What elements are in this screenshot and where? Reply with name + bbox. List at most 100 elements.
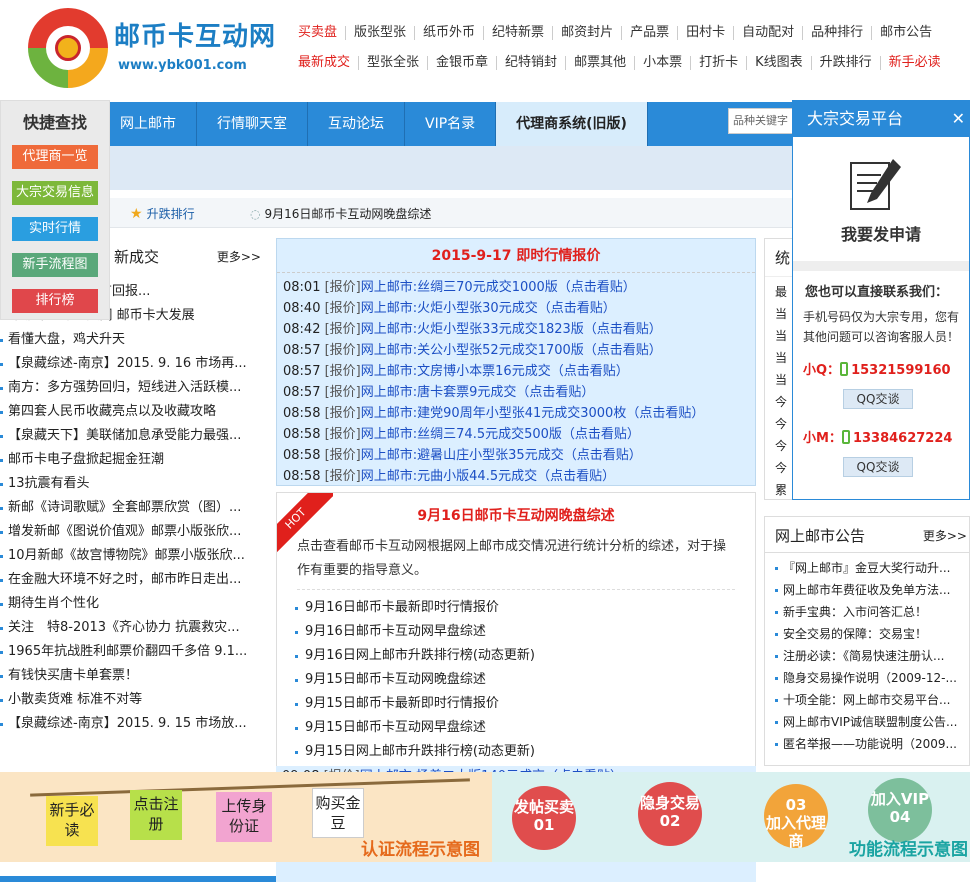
news-item[interactable]: 看懂大盘，鸡犬升天 [0,330,272,354]
top-nav-link[interactable]: 金银币章 [428,56,498,70]
realtime-quote-button[interactable]: 实时行情 [12,217,98,241]
agent-list-button[interactable]: 代理商一览 [12,145,98,169]
summary-related-link[interactable]: 9月16日邮币卡互动网早盘综述 [295,620,755,644]
top-nav-link[interactable]: 自动配对 [734,26,804,40]
summary-related-link[interactable]: 9月15日网上邮市升跌排行榜(动态更新) [295,740,755,764]
top-nav-link[interactable]: 纪特销封 [497,56,567,70]
top-nav-link[interactable]: 升跌排行 [812,56,881,70]
certification-flow-banner[interactable]: 新手必读 点击注册 上传身份证 购买金豆 认证流程示意图 [0,772,492,862]
announcement-link[interactable]: 隐身交易操作说明（2009-12-... [775,667,969,689]
top-nav-link[interactable]: 邮市公告 [872,26,940,40]
qq-chat-button-2[interactable]: QQ交谈 [843,457,913,477]
news-item[interactable]: 南方：多方强势回归，短线进入活跃模... [0,378,272,402]
announcement-link[interactable]: 网上邮市年费征收及免单方法... [775,579,969,601]
news-item[interactable]: 期待生肖个性化 [0,594,272,618]
announcement-link[interactable]: 网上邮市VIP诚信联盟制度公告... [775,711,969,733]
top-nav-link[interactable]: 邮票其他 [566,56,636,70]
top-nav-link[interactable]: 新手必读 [881,56,949,70]
top-nav-link[interactable]: 邮资封片 [553,26,623,40]
news-item[interactable]: 增发新邮《图说价值观》邮票小版张欣... [0,522,272,546]
news-item[interactable]: 小散卖货难 标准不对等 [0,690,272,714]
quote-row[interactable]: 08:58 [报价]网上邮市:丝绸三74.5元成交500版（点击看贴） [277,424,755,445]
main-nav-tab[interactable]: 行情聊天室 [197,102,308,146]
news-item[interactable]: 【泉藏综述-南京】2015. 9. 16 市场再... [0,354,272,378]
top-nav-link[interactable]: K线图表 [747,56,812,70]
main-nav-tab[interactable]: 互动论坛 [308,102,405,146]
top-nav-link[interactable]: 打折卡 [691,56,748,70]
news-item[interactable]: 13抗震有看头 [0,474,272,498]
top-nav-link[interactable]: 小本票 [635,56,692,70]
quote-row[interactable]: 08:40 [报价]网上邮市:火炬小型张30元成交（点击看贴） [277,298,755,319]
top-nav-link[interactable]: 版张型张 [346,26,416,40]
summary-related-link[interactable]: 9月15日邮币卡互动网晚盘综述 [295,668,755,692]
main-nav-tab[interactable]: 网上邮市 [100,102,197,146]
top-nav-link[interactable]: 纸币外币 [415,26,485,40]
news-item[interactable]: 邮币卡电子盘掀起掘金狂潮 [0,450,272,474]
close-icon[interactable]: ✕ [952,101,965,137]
top-nav-link[interactable]: 型张全张 [359,56,429,70]
news-item[interactable]: 在金融大环境不好之时，邮市昨日走出... [0,570,272,594]
summary-related-link[interactable]: 9月16日邮币卡最新即时行情报价 [295,596,755,620]
news-item[interactable]: 1965年抗战胜利邮票价翻四千多倍 9.1... [0,642,272,666]
announcement-link[interactable]: 注册必读：《简易快速注册认... [775,645,969,667]
apply-button[interactable]: 我要发申请 [793,221,969,245]
quote-row[interactable]: 08:58 [报价]网上邮市:元曲小版44.5元成交（点击看贴） [277,466,755,485]
announcement-link[interactable]: 十项全能：网上邮市交易平台... [775,689,969,711]
summary-related-link[interactable]: 9月15日邮币卡互动网早盘综述 [295,716,755,740]
quote-link[interactable]: 网上邮市:文房博小本票16元成交（点击看贴） [361,364,629,379]
quote-row[interactable]: 08:42 [报价]网上邮市:火炬小型张33元成交1823版（点击看贴） [277,319,755,340]
quote-link[interactable]: 网上邮市:丝绸三74.5元成交500版（点击看贴） [361,427,640,442]
announcement-link[interactable]: 『网上邮市』金豆大奖行动升... [775,557,969,579]
announcement-link[interactable]: 安全交易的保障：交易宝！ [775,623,969,645]
quote-link[interactable]: 网上邮市:避暑山庄小型张35元成交（点击看贴） [361,448,642,463]
summary-title-link[interactable]: 9月16日邮币卡互动网晚盘综述 [277,505,755,525]
quote-row[interactable]: 08:57 [报价]网上邮市:文房博小本票16元成交（点击看贴） [277,361,755,382]
announcement-link[interactable]: 匿名举报——功能说明（2009... [775,733,969,755]
news-item[interactable]: 第四套人民币收藏亮点以及收藏攻略 [0,402,272,426]
top-nav-link[interactable]: 产品票 [622,26,679,40]
main-nav-tab[interactable]: 代理商系统(旧版) [496,102,648,146]
quote-row[interactable]: 08:58 [报价]网上邮市:建党90周年小型张41元成交3000枚（点击看贴） [277,403,755,424]
quote-link[interactable]: 网上邮市:火炬小型张33元成交1823版（点击看贴） [361,322,662,337]
news-item[interactable]: 有钱快买唐卡单套票！ [0,666,272,690]
news-item[interactable]: 【泉藏天下】美联储加息承受能力最强... [0,426,272,450]
news-item[interactable]: 10月新邮《故宫博物院》邮票小版张欣... [0,546,272,570]
summary-related-link[interactable]: 9月15日邮币卡最新即时行情报价 [295,692,755,716]
quote-link[interactable]: 网上邮市:火炬小型张30元成交（点击看贴） [361,301,616,316]
quote-link[interactable]: 网上邮市:关公小型张52元成交1700版（点击看贴） [361,343,662,358]
top-nav-link[interactable]: 纪特新票 [484,26,554,40]
latest-deals-more-link[interactable]: 更多>> [217,248,261,265]
news-item[interactable]: 新邮《诗词歌赋》全套邮票欣赏（图）... [0,498,272,522]
main-nav-tab[interactable]: VIP名录 [405,102,497,146]
quick-find-panel: 快捷查找 代理商一览 大宗交易信息 实时行情 新手流程图 排行榜 [0,100,110,320]
announcement-link[interactable]: 新手宝典：入市问答汇总！ [775,601,969,623]
site-logo[interactable]: 邮币卡互动网 www.ybk001.com [28,8,275,92]
search-input[interactable]: 品种关键字 [728,108,794,134]
quote-row[interactable]: 08:58 [报价]网上邮市:避暑山庄小型张35元成交（点击看贴） [277,445,755,466]
bulk-trade-button[interactable]: 大宗交易信息 [12,181,98,205]
quote-link[interactable]: 网上邮市:丝绸三70元成交1000版（点击看贴） [361,280,636,295]
ranking-button[interactable]: 排行榜 [12,289,98,313]
summary-related-link[interactable]: 9月16日网上邮市升跌排行榜(动态更新) [295,644,755,668]
announcements-more-link[interactable]: 更多>> [923,527,967,544]
function-flow-banner[interactable]: 发帖买卖 01 隐身交易 02 03 加入代理商 加入VIP 04 功能流程示意图 [492,772,970,862]
sub-nav-bar [100,146,792,190]
quote-link[interactable]: 网上邮市:唐卡套票9元成交（点击看贴） [361,385,595,400]
quote-row[interactable]: 08:01 [报价]网上邮市:丝绸三70元成交1000版（点击看贴） [277,277,755,298]
crumb-ranking-link[interactable]: ★ 升跌排行 [130,205,195,222]
quote-row[interactable]: 08:57 [报价]网上邮市:关公小型张52元成交1700版（点击看贴） [277,340,755,361]
newbie-flow-button[interactable]: 新手流程图 [12,253,98,277]
top-nav-link[interactable]: 田村卡 [678,26,735,40]
step-post-trade: 发帖买卖 01 [512,786,576,850]
quote-row[interactable]: 08:57 [报价]网上邮市:唐卡套票9元成交（点击看贴） [277,382,755,403]
quote-link[interactable]: 网上邮市:元曲小版44.5元成交（点击看贴） [361,469,615,484]
top-nav-link[interactable]: 品种排行 [803,26,873,40]
application-form-icon[interactable] [843,151,909,217]
qq-chat-button-1[interactable]: QQ交谈 [843,389,913,409]
quote-link[interactable]: 网上邮市:建党90周年小型张41元成交3000枚（点击看贴） [361,406,705,421]
top-nav-link[interactable]: 买卖盘 [290,26,347,40]
top-nav-link[interactable]: 最新成交 [290,56,360,70]
crumb-summary-link[interactable]: ◌ 9月16日邮币卡互动网晚盘综述 [250,205,431,222]
news-item[interactable]: 关注 特8-2013《齐心协力 抗震救灾... [0,618,272,642]
news-item[interactable]: 【泉藏综述-南京】2015. 9. 15 市场放... [0,714,272,738]
